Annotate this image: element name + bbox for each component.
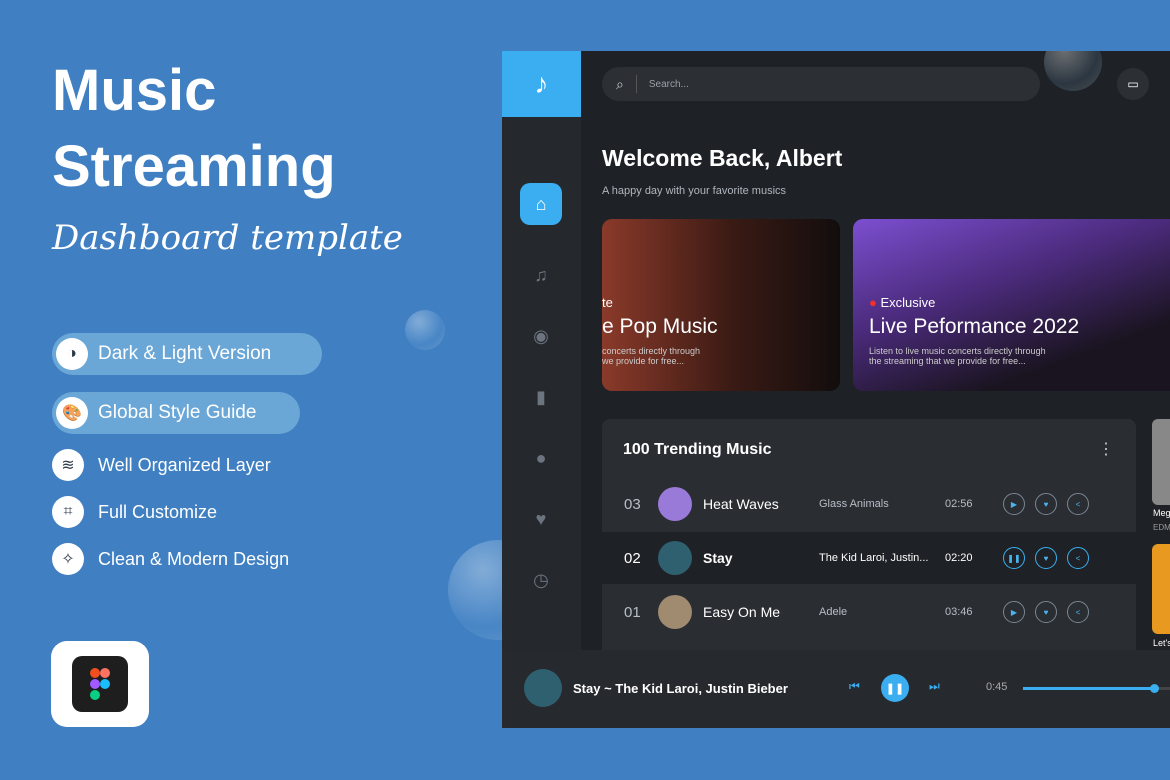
bubble-decoration (1044, 51, 1102, 91)
user-icon[interactable]: ● (520, 437, 562, 479)
hero-title-line2: Streaming (52, 134, 336, 199)
card-title: Live Peformance 2022 (869, 315, 1080, 338)
feature-label: Well Organized Layer (98, 454, 271, 475)
palette-icon: 🎨 (56, 397, 88, 429)
bubble-decoration (405, 310, 445, 350)
track-row[interactable]: 03 Heat Waves Glass Animals 02:56 ▶ ♥ < (602, 478, 1136, 530)
feature-design: ✧ Clean & Modern Design (52, 541, 289, 577)
search-input[interactable]: Search... (649, 79, 689, 90)
card-desc: Listen to live music concerts directly t… (869, 346, 1046, 366)
card-tag: ● Exclusive (869, 295, 936, 310)
track-rank: 03 (624, 495, 641, 513)
share-icon[interactable]: < (1067, 601, 1089, 623)
card-title: e Pop Music (602, 315, 718, 338)
magic-wand-icon: ✧ (52, 543, 84, 575)
compass-icon[interactable]: ◉ (520, 315, 562, 357)
feature-dark-light: ◑ Dark & Light Version (52, 333, 322, 375)
card-tag: te (602, 295, 613, 310)
album-art (658, 595, 692, 629)
layers-icon: ≋ (52, 449, 84, 481)
track-rank: 02 (624, 549, 641, 567)
elapsed-time: 0:45 (986, 681, 1008, 693)
dashboard-window: ♪ ⌂ ♫ ◉ ▮ ● ♥ ◷ ⌕ Search... ▭ Welcome Bac… (502, 51, 1170, 728)
featured-card[interactable]: te e Pop Music concerts directly through… (602, 219, 840, 391)
book-icon[interactable]: ▮ (520, 376, 562, 418)
heart-icon[interactable]: ♥ (1035, 547, 1057, 569)
search-icon: ⌕ (616, 75, 624, 92)
album-title: Let's (1153, 638, 1170, 648)
now-playing-title: Stay ~ The Kid Laroi, Justin Bieber (573, 681, 788, 696)
track-artist: Glass Animals (819, 498, 889, 510)
crop-icon: ⌗ (52, 496, 84, 528)
progress-slider[interactable] (1023, 684, 1170, 693)
feature-label: Clean & Modern Design (98, 548, 290, 569)
chat-icon[interactable]: ▭ (1117, 68, 1149, 100)
sidebar: ♪ ⌂ ♫ ◉ ▮ ● ♥ ◷ (502, 51, 581, 728)
album-art (658, 487, 692, 521)
track-row[interactable]: 01 Easy On Me Adele 03:46 ▶ ♥ < (602, 586, 1136, 638)
feature-label: Full Customize (98, 501, 218, 522)
album-title: Meg (1153, 508, 1170, 518)
track-duration: 02:20 (945, 552, 973, 564)
music-note-logo-icon: ♪ (502, 51, 581, 117)
feature-label: Dark & Light Version (98, 343, 272, 364)
now-playing-art (524, 669, 562, 707)
track-rank: 01 (624, 603, 641, 621)
hero-title-line1: Music (52, 58, 217, 123)
next-icon[interactable]: ⏭ (929, 679, 940, 694)
pause-icon[interactable]: ❚❚ (1003, 547, 1025, 569)
share-icon[interactable]: < (1067, 493, 1089, 515)
track-title: Stay (703, 550, 733, 566)
track-title: Easy On Me (703, 604, 781, 620)
album-thumb[interactable] (1152, 544, 1170, 634)
search-bar[interactable]: ⌕ Search... (602, 67, 1040, 101)
player-bar: Stay ~ The Kid Laroi, Justin Bieber ⏮ ❚❚… (502, 650, 1170, 728)
welcome-heading: Welcome Back, Albert (602, 145, 843, 171)
feature-layers: ≋ Well Organized Layer (52, 447, 271, 483)
track-duration: 02:56 (945, 498, 973, 510)
feature-customize: ⌗ Full Customize (52, 494, 217, 530)
feature-label: Global Style Guide (98, 402, 257, 423)
share-icon[interactable]: < (1067, 547, 1089, 569)
hero-subtitle: Dashboard template (52, 218, 403, 258)
play-icon[interactable]: ▶ (1003, 601, 1025, 623)
track-title: Heat Waves (703, 496, 779, 512)
previous-icon[interactable]: ⏮ (849, 679, 860, 694)
clock-icon[interactable]: ◷ (520, 559, 562, 601)
pause-button[interactable]: ❚❚ (881, 674, 909, 702)
music-note-icon[interactable]: ♫ (520, 254, 562, 296)
progress-fill (1023, 684, 1160, 693)
track-artist: Adele (819, 606, 848, 618)
card-desc: concerts directly through we provide for… (602, 346, 701, 366)
album-genre: EDM (1153, 523, 1170, 532)
more-options-icon[interactable]: ⋮ (1098, 439, 1114, 459)
play-icon[interactable]: ▶ (1003, 493, 1025, 515)
welcome-tagline: A happy day with your favorite musics (602, 185, 787, 197)
heart-icon[interactable]: ♥ (520, 498, 562, 540)
contrast-icon: ◑ (56, 338, 88, 370)
album-art (658, 541, 692, 575)
track-row-active[interactable]: 02 Stay The Kid Laroi, Justin... 02:20 ❚… (602, 532, 1136, 584)
heart-icon[interactable]: ♥ (1035, 493, 1057, 515)
progress-handle[interactable] (1150, 684, 1160, 693)
home-icon[interactable]: ⌂ (520, 183, 562, 225)
heart-icon[interactable]: ♥ (1035, 601, 1057, 623)
figma-logo (51, 641, 149, 727)
featured-card[interactable]: ● Exclusive Live Peformance 2022 Listen … (853, 219, 1170, 391)
feature-style-guide: 🎨 Global Style Guide (52, 392, 300, 434)
track-duration: 03:46 (945, 606, 973, 618)
album-thumb[interactable] (1152, 419, 1170, 505)
trending-title: 100 Trending Music (623, 441, 772, 458)
track-artist: The Kid Laroi, Justin... (819, 552, 929, 564)
live-dot-icon: ● (869, 295, 881, 310)
